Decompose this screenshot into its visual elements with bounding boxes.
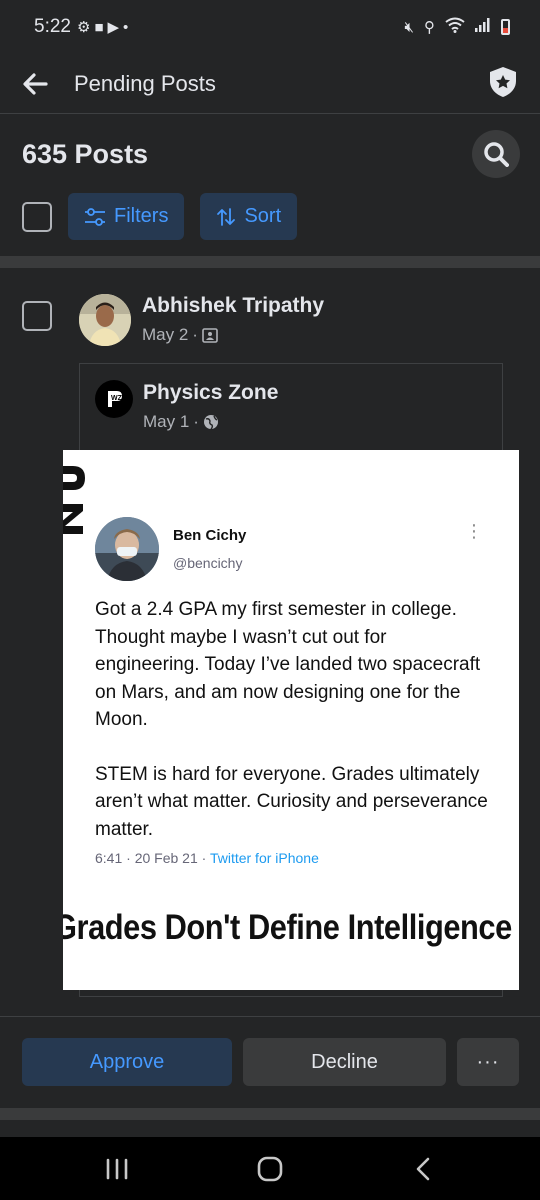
tweet-more-icon: ⋮ [465,521,483,541]
globe-icon [203,415,218,430]
sort-button[interactable]: Sort [200,193,298,240]
svg-text:WZ: WZ [111,395,123,402]
location-icon: ⚲ [424,19,435,36]
youtube-icon: ▶ [107,19,124,36]
chevron-left-icon [417,1157,430,1180]
tweet-time: 6:41 · 20 Feb 21 · [95,850,210,866]
filters-label: Filters [114,205,169,227]
settings-icon: ⚙ [76,19,95,36]
more-options-button[interactable]: ··· [457,1038,519,1086]
recent-apps-button[interactable] [87,1144,147,1194]
group-name[interactable]: Physics Zone [143,381,278,405]
sort-icon [217,207,236,226]
top-app-bar: Pending Posts [0,54,540,114]
status-right: 🔇︎ ⚲ [405,17,510,37]
status-time: 5:22 [34,16,71,37]
back-button[interactable] [0,54,70,114]
shared-date: May 1 [143,412,190,431]
status-bar: 5:22 ⚙■▶• 🔇︎ ⚲ [0,0,540,54]
filter-toolbar: Filters Sort [22,193,298,240]
meta-separator: · [192,325,198,344]
admin-shield-button[interactable] [488,66,518,98]
mute-icon: 🔇︎ [404,18,414,36]
search-button[interactable] [472,130,520,178]
tweet-author-handle: @bencichy [173,555,243,571]
post-count-row: 635 Posts [22,126,520,182]
bag-icon: ■ [94,19,108,36]
group-logo[interactable]: WZ [95,380,133,418]
dot-icon: • [123,19,133,36]
search-icon [484,142,509,167]
author-meta: May 2 · [142,325,218,345]
tweet-source: Twitter for iPhone [209,850,319,866]
section-divider [0,256,540,268]
recent-apps-icon [106,1158,127,1179]
status-left: 5:22 ⚙■▶• [34,16,132,38]
battery-icon [501,19,510,35]
system-nav-bar [0,1137,540,1200]
tweet-paragraph: Got a 2.4 GPA my first semester in colle… [95,599,481,730]
home-button[interactable] [240,1144,300,1194]
photo-icon [202,327,218,343]
page-title: Pending Posts [74,70,216,96]
signal-icon [475,18,491,36]
admin-shield-icon [490,67,516,97]
watermark-logo [63,464,87,540]
actions-divider [0,1016,540,1017]
sort-label: Sort [244,205,282,227]
system-back-button[interactable] [393,1144,453,1194]
tweet-paragraph: STEM is hard for everyone. Grades ultima… [95,763,488,840]
post-select-checkbox[interactable] [22,301,52,331]
tweet-footer: 6:41 · 20 Feb 21 · Twitter for iPhone [95,850,319,866]
wifi-icon [445,17,465,37]
group-meta: May 1 · [143,412,219,432]
author-avatar[interactable] [79,294,131,346]
image-caption: Grades Don't Define Intelligence [63,908,512,947]
post-date: May 2 [142,325,189,344]
section-divider [0,1108,540,1120]
filters-icon [85,207,105,226]
tweet-author-name: Ben Cichy [173,527,247,544]
tweet-avatar [95,517,159,581]
decline-button[interactable]: Decline [243,1038,446,1086]
author-name[interactable]: Abhishek Tripathy [142,294,324,318]
post-image[interactable]: Ben Cichy @bencichy ⋮ Got a 2.4 GPA my f… [63,450,519,990]
select-all-checkbox[interactable] [22,201,52,232]
meta-separator: · [193,412,199,431]
back-arrow-icon [23,72,48,95]
filters-button[interactable]: Filters [68,193,185,240]
more-icon: ··· [476,1050,500,1073]
post-count: 635 Posts [22,138,149,169]
tweet-text: Got a 2.4 GPA my first semester in colle… [95,596,495,870]
status-notification-icons: ⚙■▶• [77,18,132,36]
approve-button[interactable]: Approve [22,1038,232,1086]
home-icon [257,1156,283,1181]
post-actions: Approve Decline ··· [22,1038,519,1086]
